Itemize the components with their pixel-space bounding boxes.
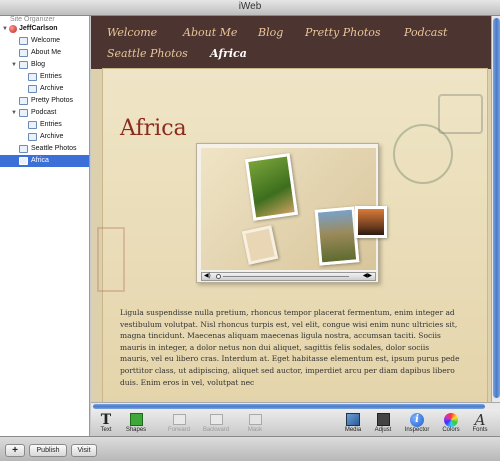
- photo-sunset: [355, 206, 387, 238]
- page-icon: [28, 73, 37, 81]
- window-title: iWeb: [238, 1, 262, 12]
- photo-giraffe: [314, 206, 360, 266]
- sidebar-item-blog-archive[interactable]: Archive: [0, 83, 89, 95]
- sidebar-item-podcast[interactable]: ▼ Podcast: [0, 107, 89, 119]
- fonts-icon: A: [474, 410, 486, 429]
- movie-controller[interactable]: ◀) ◀▶: [201, 272, 376, 281]
- page-title[interactable]: Africa: [120, 116, 187, 141]
- bottom-bar: + Publish Visit: [0, 436, 500, 461]
- nav-link-about-me[interactable]: About Me: [183, 26, 237, 39]
- inspector-button[interactable]: i Inspector: [401, 409, 433, 436]
- page-icon: [19, 157, 28, 165]
- backward-button[interactable]: Backward: [198, 409, 234, 436]
- adjust-button[interactable]: Adjust: [371, 409, 395, 436]
- main-toolbar: T Text Shapes Forward Backward Mask ​ Me…: [91, 409, 500, 436]
- page-canvas[interactable]: Welcome About Me Blog Pretty Photos Podc…: [91, 16, 491, 402]
- mask-button[interactable]: Mask: [244, 409, 266, 436]
- photo-dog: [244, 153, 299, 221]
- sidebar-header: Site Organizer: [10, 16, 55, 23]
- postmark-stamp-decoration: [438, 94, 483, 134]
- photo-stamp: [241, 225, 279, 265]
- vertical-scroll-thumb[interactable]: [493, 18, 500, 398]
- volume-icon[interactable]: ◀): [204, 273, 211, 280]
- window-titlebar: iWeb: [0, 0, 500, 16]
- page-body: Africa ◀) ◀▶ Ligula suspendisse nulla pr…: [97, 69, 487, 402]
- nav-link-africa-current[interactable]: Africa: [210, 47, 247, 60]
- nav-link-blog[interactable]: Blog: [258, 26, 283, 39]
- site-globe-icon: [9, 25, 17, 33]
- visit-button[interactable]: Visit: [71, 444, 97, 457]
- page-icon: [19, 49, 28, 57]
- page-icon: [28, 133, 37, 141]
- adjust-icon: [371, 412, 395, 427]
- postage-stamp-decoration: [97, 227, 125, 292]
- send-backward-icon: [198, 412, 234, 427]
- forward-button[interactable]: Forward: [163, 409, 195, 436]
- site-organizer-sidebar: Site Organizer ▼ JeffCarlson Welcome Abo…: [0, 16, 90, 436]
- sidebar-item-seattle-photos[interactable]: Seattle Photos: [0, 143, 89, 155]
- photo-page-icon: [19, 145, 28, 153]
- sidebar-item-blog[interactable]: ▼ Blog: [0, 59, 89, 71]
- disclosure-triangle-icon[interactable]: ▼: [2, 26, 8, 32]
- photo-page-icon: [19, 97, 28, 105]
- page-icon: [28, 121, 37, 129]
- shapes-button[interactable]: Shapes: [123, 409, 149, 436]
- info-icon: i: [401, 412, 433, 427]
- progress-track[interactable]: [223, 276, 349, 277]
- fonts-button[interactable]: A Fonts: [469, 409, 491, 436]
- blog-icon: [19, 61, 28, 69]
- horizontal-scrollbar[interactable]: [91, 402, 500, 409]
- shapes-icon: [123, 412, 149, 427]
- media-icon: ​: [342, 412, 364, 427]
- playhead-icon[interactable]: [216, 274, 221, 279]
- publish-button[interactable]: Publish: [29, 444, 67, 457]
- nav-link-seattle-photos[interactable]: Seattle Photos: [107, 47, 188, 60]
- playback-controls-icon[interactable]: ◀▶: [363, 273, 372, 280]
- page-icon: [19, 37, 28, 45]
- mask-icon: [244, 412, 266, 427]
- text-icon: T: [100, 411, 112, 428]
- sidebar-item-welcome[interactable]: Welcome: [0, 35, 89, 47]
- disclosure-triangle-icon[interactable]: ▼: [11, 62, 17, 68]
- disclosure-triangle-icon[interactable]: ▼: [11, 110, 17, 116]
- colors-button[interactable]: Colors: [439, 409, 463, 436]
- page-icon: [28, 85, 37, 93]
- text-button[interactable]: T Text: [95, 409, 117, 436]
- media-button[interactable]: ​ Media: [342, 409, 364, 436]
- nav-link-pretty-photos[interactable]: Pretty Photos: [305, 26, 381, 39]
- sidebar-item-site[interactable]: ▼ JeffCarlson: [0, 23, 89, 35]
- sidebar-item-podcast-entries[interactable]: Entries: [0, 119, 89, 131]
- color-wheel-icon: [439, 412, 463, 427]
- photo-movie-frame[interactable]: ◀) ◀▶: [196, 143, 387, 283]
- nav-link-welcome[interactable]: Welcome: [107, 26, 157, 39]
- sidebar-item-pretty-photos[interactable]: Pretty Photos: [0, 95, 89, 107]
- add-page-button[interactable]: +: [5, 444, 25, 457]
- sidebar-item-podcast-archive[interactable]: Archive: [0, 131, 89, 143]
- vertical-scrollbar[interactable]: [491, 16, 500, 402]
- sidebar-item-africa[interactable]: Africa: [0, 155, 89, 167]
- site-navigation-bar: Welcome About Me Blog Pretty Photos Podc…: [91, 16, 491, 69]
- body-paragraph[interactable]: Ligula suspendisse nulla pretium, rhoncu…: [120, 307, 460, 388]
- sidebar-item-blog-entries[interactable]: Entries: [0, 71, 89, 83]
- bring-forward-icon: [163, 412, 195, 427]
- nav-link-podcast[interactable]: Podcast: [404, 26, 447, 39]
- sidebar-item-about-me[interactable]: About Me: [0, 47, 89, 59]
- collage-background: [201, 148, 387, 270]
- podcast-icon: [19, 109, 28, 117]
